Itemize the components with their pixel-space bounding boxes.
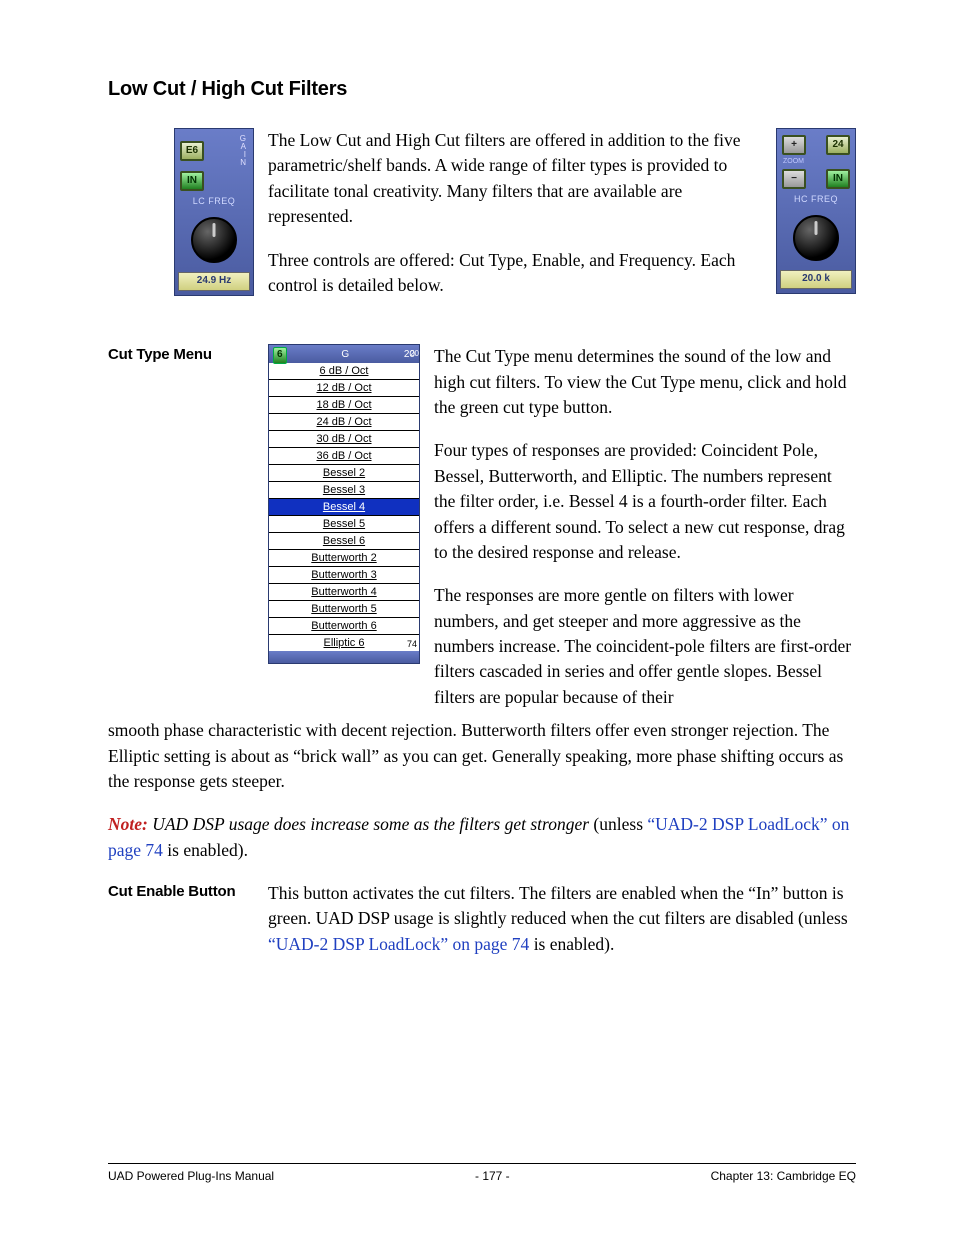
lc-freq-label: LC FREQ [178, 195, 250, 208]
cut-menu-item[interactable]: Bessel 5 [269, 516, 419, 533]
cutenable-p: This button activates the cut filters. T… [268, 881, 856, 957]
cutenable-p-a: This button activates the cut filters. T… [268, 883, 848, 928]
section-heading: Low Cut / High Cut Filters [108, 75, 856, 104]
intro-text: The Low Cut and High Cut filters are off… [268, 128, 762, 316]
page-footer: UAD Powered Plug-Ins Manual - 177 - Chap… [108, 1163, 856, 1185]
cut-menu-item[interactable]: Butterworth 2 [269, 550, 419, 567]
cut-menu-item[interactable]: Elliptic 6 [269, 635, 419, 651]
zoom-in-button[interactable]: + [782, 135, 806, 155]
cut-type-button[interactable]: E6 [180, 141, 204, 161]
cuttype-p3a: The responses are more gentle on filters… [434, 583, 856, 710]
lc-in-button[interactable]: IN [180, 171, 204, 191]
cut-menu-item[interactable]: 12 dB / Oct [269, 380, 419, 397]
footer-center: - 177 - [475, 1168, 510, 1185]
cuttype-heading: Cut Type Menu [108, 344, 254, 366]
footer-left: UAD Powered Plug-Ins Manual [108, 1168, 274, 1185]
cut-menu-g: G [341, 348, 349, 363]
cut-menu-footer [269, 651, 419, 663]
cuttype-p2: Four types of responses are provided: Co… [434, 438, 856, 565]
zoom-label: ZOOM [780, 157, 852, 167]
note-label: Note: [108, 814, 148, 834]
cut-menu-item[interactable]: Butterworth 6 [269, 618, 419, 635]
cut-menu-item[interactable]: Bessel 6 [269, 533, 419, 550]
cut-menu-item[interactable]: 36 dB / Oct [269, 448, 419, 465]
hc-in-button[interactable]: IN [826, 169, 850, 189]
cut-menu-item[interactable]: Bessel 3 [269, 482, 419, 499]
hc-freq-knob[interactable] [793, 215, 839, 261]
intro-row: E6 G A I N IN LC FREQ 24.9 Hz The Low Cu… [108, 128, 856, 316]
cutenable-title-col: Cut Enable Button [108, 881, 254, 903]
cuttype-p1: The Cut Type menu determines the sound o… [434, 344, 856, 420]
hc-filter-panel: + 24 ZOOM − IN HC FREQ 20.0 k [776, 128, 856, 294]
intro-p2: Three controls are offered: Cut Type, En… [268, 248, 762, 299]
cuttype-note: Note: UAD DSP usage does increase some a… [108, 812, 856, 863]
note-text-a: UAD DSP usage does increase some as the … [148, 814, 594, 834]
cut-menu-list[interactable]: 6 dB / Oct12 dB / Oct18 dB / Oct24 dB / … [269, 363, 419, 651]
hc-freq-label: HC FREQ [780, 193, 852, 206]
cut-menu-20: 2020 [404, 348, 415, 363]
cut-menu-item[interactable]: 30 dB / Oct [269, 431, 419, 448]
cut-menu-item[interactable]: Butterworth 5 [269, 601, 419, 618]
cut-menu-item[interactable]: Butterworth 4 [269, 584, 419, 601]
cutenable-heading: Cut Enable Button [108, 881, 254, 903]
cut-type-menu-image: 6 G 2020 6 dB / Oct12 dB / Oct18 dB / Oc… [268, 344, 420, 664]
hc-type-button[interactable]: 24 [826, 135, 850, 155]
lc-freq-value: 24.9 Hz [178, 272, 250, 291]
cutenable-link[interactable]: “UAD-2 DSP LoadLock” on page 74 [268, 934, 529, 954]
cutenable-row: Cut Enable Button This button activates … [108, 881, 856, 957]
cut-menu-item[interactable]: 6 dB / Oct [269, 363, 419, 380]
cuttype-row: Cut Type Menu 6 G 2020 6 dB / Oct12 dB /… [108, 344, 856, 710]
cutenable-p-b: is enabled). [529, 934, 614, 954]
cut-menu-btn-6[interactable]: 6 [273, 347, 287, 364]
lc-filter-panel: E6 G A I N IN LC FREQ 24.9 Hz [174, 128, 254, 296]
note-text-b: is enabled). [163, 840, 248, 860]
cut-menu-header: 6 G 2020 [269, 345, 419, 363]
cut-menu-item[interactable]: Bessel 2 [269, 465, 419, 482]
intro-p1: The Low Cut and High Cut filters are off… [268, 128, 762, 230]
cuttype-title-col: Cut Type Menu [108, 344, 254, 366]
note-unless: (unless [593, 814, 647, 834]
footer-right: Chapter 13: Cambridge EQ [711, 1168, 856, 1185]
cutenable-text: This button activates the cut filters. T… [268, 881, 856, 957]
gain-label: G A I N [240, 135, 248, 167]
cuttype-continued: smooth phase characteristic with decent … [108, 718, 856, 863]
cut-menu-item[interactable]: Butterworth 3 [269, 567, 419, 584]
cuttype-p3b: smooth phase characteristic with decent … [108, 718, 856, 794]
cut-menu-item[interactable]: 18 dB / Oct [269, 397, 419, 414]
zoom-out-button[interactable]: − [782, 169, 806, 189]
intro-left-col: E6 G A I N IN LC FREQ 24.9 Hz [108, 128, 254, 296]
cut-menu-item[interactable]: Bessel 4 [269, 499, 419, 516]
cut-menu-item[interactable]: 24 dB / Oct [269, 414, 419, 431]
lc-freq-knob[interactable] [191, 217, 237, 263]
cuttype-text: The Cut Type menu determines the sound o… [434, 344, 856, 710]
hc-freq-value: 20.0 k [780, 270, 852, 289]
